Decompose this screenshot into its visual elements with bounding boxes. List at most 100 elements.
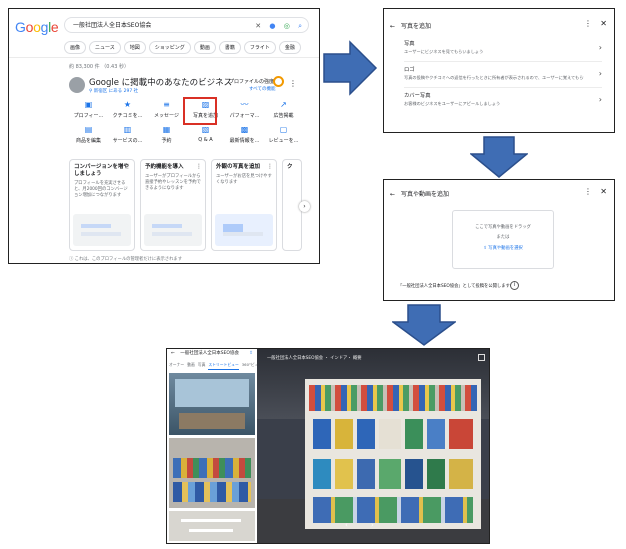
drop-zone[interactable]: ここで写真や動画をドラッグ または ⇪ 写真や動画を選択 <box>452 210 554 269</box>
right-arrow-icon <box>323 40 378 96</box>
card-menu-icon[interactable]: ⋮ <box>196 163 202 170</box>
action-edit-products[interactable]: ▤ 商品を編集 <box>69 125 108 144</box>
divider <box>404 87 602 88</box>
action-ads[interactable]: ↗ 広告掲載 <box>264 100 303 119</box>
thumbnail-ceiling[interactable] <box>169 511 255 541</box>
back-arrow-icon[interactable]: ← <box>390 191 395 198</box>
business-profile-title: Google に掲載中のあなたのビジネス <box>89 78 233 88</box>
google-logo[interactable]: Google <box>15 19 59 35</box>
select-file-link[interactable]: ⇪ 写真や動画を選択 <box>453 245 553 251</box>
street-view-panel: ← 一般社団法人全日本SEO協会 ⇪ オーナー 動画 写真 ストリートビュー 3… <box>166 348 490 544</box>
action-qa[interactable]: ▧ Q & A <box>186 125 225 144</box>
divider <box>9 57 319 58</box>
search-filter-chips: 画像 ニュース 地図 ショッピング 動画 書籍 フライト 金融 <box>64 41 301 54</box>
tab-street-view[interactable]: ストリートビュー <box>208 362 239 370</box>
card-menu-icon[interactable]: ⋮ <box>267 163 273 170</box>
upload-photo-dialog: ← 写真や動画を追加 ⋮ ✕ ここで写真や動画をドラッグ または ⇪ 写真や動画を… <box>383 179 615 301</box>
card-conversions[interactable]: ⋮ コンバージョンを増やしましょう プロフィールを充実させると、月2000回のコ… <box>69 159 135 251</box>
dialog-title: 写真を追加 <box>401 23 432 30</box>
add-photo-dialog: ← 写真を追加 ⋮ ✕ 写真 ユーザーにビジネスを見てもらいましょう › ロゴ 写… <box>383 8 615 133</box>
close-icon[interactable]: ✕ <box>600 187 607 196</box>
more-options-icon[interactable]: ⋮ <box>289 79 297 88</box>
divider <box>404 61 602 62</box>
option-logo[interactable]: ロゴ 写真の投稿やクチコミへの返信を行ったときに所有者が表示されるので、ユーザー… <box>404 65 602 85</box>
nav-left-icon[interactable]: ‹ <box>345 521 348 529</box>
tab-photos[interactable]: 写真 <box>198 362 206 370</box>
down-arrow-icon <box>470 136 528 178</box>
message-icon: ≡ <box>163 100 170 109</box>
product-icon: ▤ <box>84 125 93 134</box>
share-icon[interactable]: ⇪ <box>249 349 253 359</box>
thumbnail-bookshelf[interactable] <box>169 438 255 508</box>
card-illustration <box>73 214 131 246</box>
back-arrow-icon[interactable]: ← <box>390 23 395 30</box>
next-card-button[interactable]: › <box>299 201 310 212</box>
chevron-right-icon: › <box>598 69 602 78</box>
chip-images[interactable]: 画像 <box>64 41 87 54</box>
publish-as-note: 「一般社団法人全日本SEO協会」として投稿を公開します <box>398 284 510 289</box>
ads-icon: ↗ <box>280 100 287 109</box>
option-cover-photo[interactable]: カバー写真 お客様のビジネスをユーザーにアピールしましょう › <box>404 91 602 111</box>
drop-zone-text: ここで写真や動画をドラッグ <box>475 225 531 230</box>
chevron-right-icon: › <box>598 95 602 104</box>
down-left-arrow-icon <box>392 304 456 346</box>
performance-icon: 〰 <box>240 100 249 109</box>
tab-owner[interactable]: オーナー <box>169 362 184 370</box>
photo-tabs: オーナー 動画 写真 ストリートビュー 360°ビュー <box>167 362 262 370</box>
drop-zone-or: または <box>496 235 510 240</box>
card-illustration <box>144 214 202 246</box>
lens-icon[interactable]: ◎ <box>284 22 290 30</box>
street-view-viewer[interactable]: 一般社団法人全日本SEO協会 ・ インドア・ 概要 ‹ › <box>257 349 489 543</box>
card-menu-icon[interactable]: ⋮ <box>125 163 131 170</box>
thumbnail-office-window[interactable] <box>169 373 255 435</box>
mic-icon[interactable]: ● <box>269 22 275 30</box>
action-booking[interactable]: ▦ 予約 <box>147 125 186 144</box>
booking-icon: ▦ <box>162 125 171 134</box>
more-options-icon[interactable]: ⋮ <box>584 187 592 196</box>
place-title: 一般社団法人全日本SEO協会 <box>180 351 239 356</box>
chip-flights[interactable]: フライト <box>243 41 276 54</box>
action-reviews[interactable]: ★ クチコミを... <box>108 100 147 119</box>
action-messages[interactable]: ≡ メッセージ <box>147 100 186 119</box>
chevron-right-icon: › <box>598 43 602 52</box>
action-post-update[interactable]: ▩ 最新情報を... <box>225 125 264 144</box>
tab-videos[interactable]: 動画 <box>187 362 195 370</box>
chip-news[interactable]: ニュース <box>89 41 121 54</box>
avatar <box>69 77 85 93</box>
fullscreen-icon[interactable] <box>478 354 485 361</box>
card-exterior-photo[interactable]: ⋮ 外観の写真を追加 ユーザーがお店を見つけやすくなります <box>211 159 277 251</box>
action-profile[interactable]: ▣ プロフィー... <box>69 100 108 119</box>
search-icon[interactable]: ⌕ <box>298 22 302 30</box>
admin-only-note: ⓘ これは、このプロフィールの管理者だけに表示されます <box>69 257 183 262</box>
nav-right-icon[interactable]: › <box>371 521 374 529</box>
dialog-title: 写真や動画を追加 <box>401 191 450 198</box>
card-booking[interactable]: ⋮ 予約機能を導入 ユーザーがプロフィールから直接予約やレッスンを予約できるよう… <box>140 159 206 251</box>
back-arrow-icon[interactable]: ← <box>171 351 175 356</box>
request-icon: ▢ <box>279 125 288 134</box>
option-photo[interactable]: 写真 ユーザーにビジネスを見てもらいましょう › <box>404 39 602 59</box>
chip-finance[interactable]: 金融 <box>278 41 301 54</box>
profile-strength-ring <box>273 76 284 87</box>
post-icon: ▩ <box>240 125 249 134</box>
action-performance[interactable]: 〰パフォーマ... <box>225 100 264 119</box>
chip-maps[interactable]: 地図 <box>123 41 146 54</box>
card-illustration <box>215 214 273 246</box>
action-request-reviews[interactable]: ▢ レビューを... <box>264 125 303 144</box>
all-features-link[interactable]: すべての機能 <box>249 86 276 92</box>
chip-books[interactable]: 書籍 <box>218 41 241 54</box>
add-photo-highlight <box>183 97 217 125</box>
business-subtitle[interactable]: ⚲ 新宿区 にある 297 社 <box>89 88 138 94</box>
close-icon[interactable]: ✕ <box>600 19 607 28</box>
more-options-icon[interactable]: ⋮ <box>584 19 592 28</box>
action-services[interactable]: ▥ サービスの... <box>108 125 147 144</box>
chip-shopping[interactable]: ショッピング <box>148 41 191 54</box>
service-icon: ▥ <box>123 125 132 134</box>
photo-sidebar: ← 一般社団法人全日本SEO協会 ⇪ オーナー 動画 写真 ストリートビュー 3… <box>167 349 262 543</box>
search-input[interactable]: 一般社団法人全日本SEO協会 ✕ ● ◎ ⌕ <box>64 17 309 33</box>
result-count: 約 83,300 件 （0.43 秒） <box>69 64 129 70</box>
info-icon[interactable]: i <box>510 281 519 290</box>
clear-icon[interactable]: ✕ <box>255 22 261 30</box>
chip-videos[interactable]: 動画 <box>193 41 216 54</box>
google-search-panel: Google 一般社団法人全日本SEO協会 ✕ ● ◎ ⌕ 画像 ニュース 地図… <box>8 8 320 264</box>
review-icon: ★ <box>123 100 132 109</box>
